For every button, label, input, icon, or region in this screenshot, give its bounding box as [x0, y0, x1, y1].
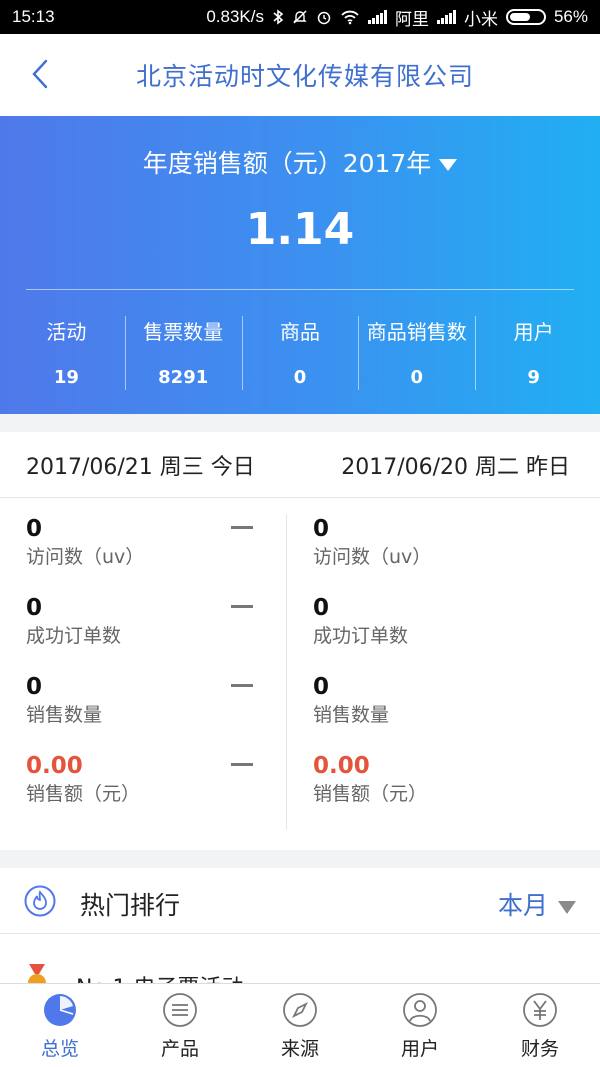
metric-label: 销售额（元）	[26, 783, 141, 805]
carrier-1: 阿里	[394, 9, 429, 29]
stat-users[interactable]: 用户 9	[475, 316, 592, 392]
metric-label: 销售额（元）	[313, 783, 428, 805]
trend-dash	[231, 526, 253, 529]
tab-products[interactable]: 产品	[120, 984, 240, 1067]
stat-label: 活动	[46, 320, 87, 344]
compass-icon	[283, 993, 317, 1027]
hot-ranking-header: 热门排行 本月	[0, 868, 600, 934]
caret-down-icon	[558, 900, 576, 914]
metric-value: 0.00	[313, 753, 370, 779]
hot-ranking-title: 热门排行	[80, 891, 181, 920]
metric-value: 0	[26, 516, 43, 542]
year-selector[interactable]: 年度销售额（元）2017年	[0, 144, 600, 180]
tab-sources[interactable]: 来源	[240, 984, 360, 1067]
metric-sales-amount: 0.00 销售额（元）	[313, 751, 593, 830]
daily-header: 2017/06/21 周三 今日 2017/06/20 周二 昨日	[0, 432, 600, 498]
yesterday-metrics: 0 访问数（uv） 0 成功订单数 0 销售数量 0.00 销售额（元）	[313, 514, 593, 830]
stat-label: 售票数量	[143, 320, 224, 344]
tab-label: 用户	[400, 1038, 439, 1060]
metric-value: 0	[313, 595, 330, 621]
metric-label: 销售数量	[26, 704, 103, 726]
list-icon	[163, 993, 197, 1027]
caret-down-icon	[439, 159, 458, 171]
bluetooth-icon	[273, 9, 284, 25]
battery-level: 56%	[553, 7, 588, 26]
metric-value: 0	[26, 674, 43, 700]
metric-value: 0.00	[26, 753, 83, 779]
metric-label: 访问数（uv）	[313, 546, 432, 568]
page-title: 北京活动时文化传媒有限公司	[135, 62, 474, 91]
stat-activities[interactable]: 活动 19	[8, 316, 125, 392]
stat-value: 9	[527, 367, 540, 388]
signal-icon-2	[436, 10, 456, 24]
stat-value: 0	[410, 367, 424, 388]
mute-icon	[293, 10, 307, 24]
tab-users[interactable]: 用户	[360, 984, 480, 1067]
back-button[interactable]	[28, 59, 54, 89]
yen-icon	[523, 993, 557, 1027]
chevron-left-icon	[32, 59, 48, 89]
metric-orders: 0 成功订单数	[313, 593, 593, 672]
tab-label: 总览	[40, 1038, 79, 1060]
metric-value: 0	[313, 516, 330, 542]
metric-value: 0	[313, 674, 330, 700]
metric-orders: 0 成功订单数	[26, 593, 306, 672]
pie-chart-icon	[44, 994, 76, 1026]
metric-quantity: 0 销售数量	[313, 672, 593, 751]
tab-finance[interactable]: 财务	[480, 984, 600, 1067]
daily-comparison-card: 2017/06/21 周三 今日 2017/06/20 周二 昨日 0 访问数（…	[0, 432, 600, 850]
status-bar: 15:13 0.83K/s 阿里 小米 56%	[0, 0, 600, 34]
annual-sales-value: 1.14	[245, 204, 355, 255]
trend-dash	[231, 684, 253, 687]
period-label: 本月	[497, 891, 548, 920]
today-date: 2017/06/21 周三 今日	[26, 454, 255, 480]
trend-dash	[231, 605, 253, 608]
metric-label: 成功订单数	[313, 625, 409, 647]
metric-uv: 0 访问数（uv）	[313, 514, 593, 593]
stat-value: 19	[53, 367, 79, 388]
stat-products[interactable]: 商品 0	[241, 316, 359, 392]
carrier-2: 小米	[463, 9, 498, 29]
stat-value: 0	[293, 367, 307, 388]
annual-summary-panel: 年度销售额（元）2017年 1.14 活动 19 售票数量 8291 商品 0 …	[0, 116, 600, 414]
wifi-icon	[341, 10, 359, 25]
stat-product-sales[interactable]: 商品销售数 0	[358, 316, 475, 392]
tab-label: 来源	[280, 1038, 319, 1060]
tab-label: 财务	[520, 1038, 559, 1060]
tab-label: 产品	[160, 1038, 199, 1060]
signal-icon	[367, 10, 387, 24]
stat-label: 商品	[279, 320, 320, 344]
metric-value: 0	[26, 595, 43, 621]
divider	[26, 289, 574, 290]
stat-value: 8291	[158, 367, 209, 388]
battery-icon	[505, 9, 546, 25]
today-metrics: 0 访问数（uv） 0 成功订单数 0 销售数量 0.00 销售额（元）	[26, 514, 306, 830]
metric-sales-amount: 0.00 销售额（元）	[26, 751, 306, 830]
user-icon	[403, 993, 437, 1027]
stat-label: 用户	[513, 320, 554, 344]
period-selector[interactable]: 本月	[498, 886, 576, 922]
flame-icon	[24, 885, 56, 917]
summary-stats: 活动 19 售票数量 8291 商品 0 商品销售数 0 用户 9	[8, 316, 592, 392]
trend-dash	[231, 763, 253, 766]
stat-label: 商品销售数	[366, 320, 467, 344]
yesterday-date: 2017/06/20 周二 昨日	[341, 454, 570, 480]
metric-label: 访问数（uv）	[26, 546, 145, 568]
metric-label: 成功订单数	[26, 625, 122, 647]
bottom-tab-bar: 总览 产品 来源 用户 财务	[0, 983, 600, 1067]
stat-tickets-sold[interactable]: 售票数量 8291	[124, 316, 242, 392]
tab-overview[interactable]: 总览	[0, 984, 120, 1067]
status-speed: 0.83K/s	[206, 7, 264, 26]
alarm-icon	[317, 11, 331, 25]
nav-bar: 北京活动时文化传媒有限公司	[0, 34, 600, 116]
metric-label: 销售数量	[313, 704, 390, 726]
metric-uv: 0 访问数（uv）	[26, 514, 306, 593]
annual-sales-title: 年度销售额（元）2017年	[142, 149, 432, 178]
metric-quantity: 0 销售数量	[26, 672, 306, 751]
status-time: 15:13	[12, 7, 55, 26]
